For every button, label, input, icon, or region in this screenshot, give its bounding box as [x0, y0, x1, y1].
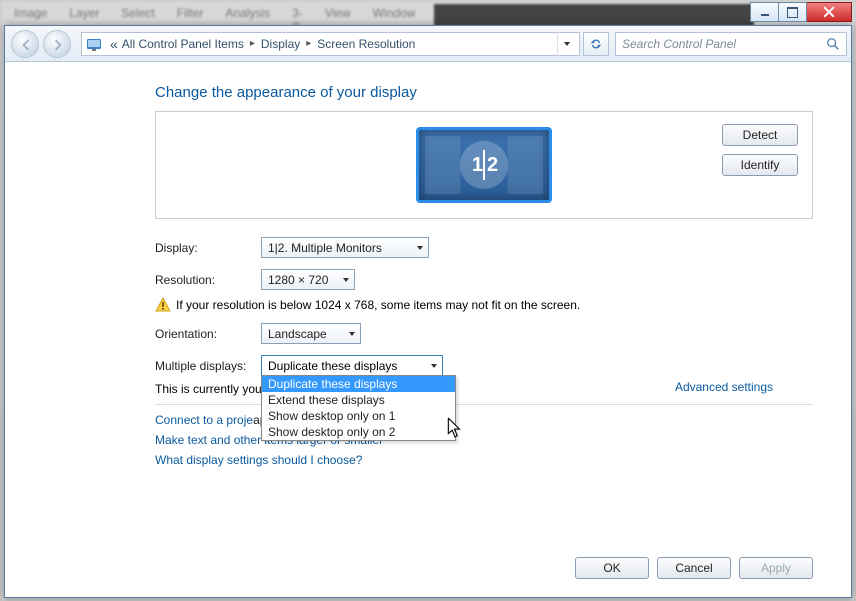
search-placeholder: Search Control Panel — [622, 37, 826, 51]
resolution-combobox[interactable]: 1280 × 720 — [261, 269, 355, 290]
close-button[interactable] — [806, 2, 852, 22]
display-combobox[interactable]: 1|2. Multiple Monitors — [261, 237, 429, 258]
chevron-down-icon — [416, 244, 424, 252]
dropdown-option-only-1[interactable]: Show desktop only on 1 — [262, 408, 455, 424]
maximize-button[interactable] — [778, 2, 807, 22]
breadcrumb-history-dropdown[interactable] — [557, 32, 575, 56]
breadcrumb-seg-all-items[interactable]: All Control Panel Items — [120, 37, 246, 51]
chevron-down-icon — [342, 276, 350, 284]
display-help-link[interactable]: What display settings should I choose? — [155, 453, 813, 467]
dropdown-option-only-2[interactable]: Show desktop only on 2 — [262, 424, 455, 440]
nav-forward-button[interactable] — [43, 30, 71, 58]
monitor-number-1: 1 — [472, 154, 481, 177]
multiple-displays-combobox[interactable]: Duplicate these displays Duplicate these… — [261, 355, 443, 376]
warning-icon — [155, 297, 171, 313]
multiple-displays-dropdown: Duplicate these displays Extend these di… — [261, 375, 456, 441]
separator — [155, 404, 813, 405]
chevron-down-icon — [430, 362, 438, 370]
chevron-right-icon[interactable]: ▸ — [302, 38, 315, 49]
monitor-thumbnail[interactable]: 1 2 — [416, 127, 552, 203]
text-size-link[interactable]: Make text and other items larger or smal… — [155, 433, 813, 447]
resolution-label: Resolution: — [155, 273, 261, 287]
advanced-settings-link[interactable]: Advanced settings — [675, 380, 773, 394]
nav-back-button[interactable] — [11, 30, 39, 58]
apply-button[interactable]: Apply — [739, 557, 813, 579]
breadcrumb-seg-screen-resolution[interactable]: Screen Resolution — [315, 37, 417, 51]
background-app-menubar: ImageLayerSelectFilterAnalysis3-DViewWin… — [0, 4, 430, 26]
breadcrumb-seg-display[interactable]: Display — [259, 37, 302, 51]
ok-button[interactable]: OK — [575, 557, 649, 579]
orientation-combobox[interactable]: Landscape — [261, 323, 361, 344]
resolution-warning: If your resolution is below 1024 x 768, … — [155, 297, 813, 313]
dialog-buttons: OK Cancel Apply — [575, 557, 813, 579]
monitor-number-2: 2 — [487, 154, 496, 177]
page-heading: Change the appearance of your display — [155, 84, 813, 101]
control-panel-window: « All Control Panel Items ▸ Display ▸ Sc… — [4, 25, 852, 598]
window-caption-buttons — [750, 2, 852, 22]
dropdown-option-duplicate[interactable]: Duplicate these displays — [262, 376, 455, 392]
cancel-button[interactable]: Cancel — [657, 557, 731, 579]
projector-link[interactable]: Connect to a proje — [155, 413, 253, 427]
display-label: Display: — [155, 241, 261, 255]
orientation-label: Orientation: — [155, 327, 261, 341]
identify-button[interactable]: Identify — [722, 154, 798, 176]
detect-button[interactable]: Detect — [722, 124, 798, 146]
minimize-button[interactable] — [750, 2, 779, 22]
address-bar: « All Control Panel Items ▸ Display ▸ Sc… — [5, 26, 851, 62]
multiple-displays-label: Multiple displays: — [155, 359, 261, 373]
search-input[interactable]: Search Control Panel — [615, 32, 847, 56]
background-title-bar — [434, 4, 754, 26]
dropdown-option-extend[interactable]: Extend these displays — [262, 392, 455, 408]
refresh-button[interactable] — [583, 32, 609, 56]
monitor-divider — [483, 150, 485, 180]
main-display-text: This is currently you — [155, 382, 262, 396]
search-icon — [826, 37, 840, 51]
breadcrumb-overflow[interactable]: « — [108, 36, 120, 52]
chevron-down-icon — [348, 330, 356, 338]
main-content: Change the appearance of your display 1 … — [5, 62, 851, 597]
display-preview-box: 1 2 Detect Identify — [155, 111, 813, 219]
control-panel-icon — [86, 36, 102, 52]
chevron-right-icon[interactable]: ▸ — [246, 38, 259, 49]
breadcrumb-bar[interactable]: « All Control Panel Items ▸ Display ▸ Sc… — [81, 32, 580, 56]
